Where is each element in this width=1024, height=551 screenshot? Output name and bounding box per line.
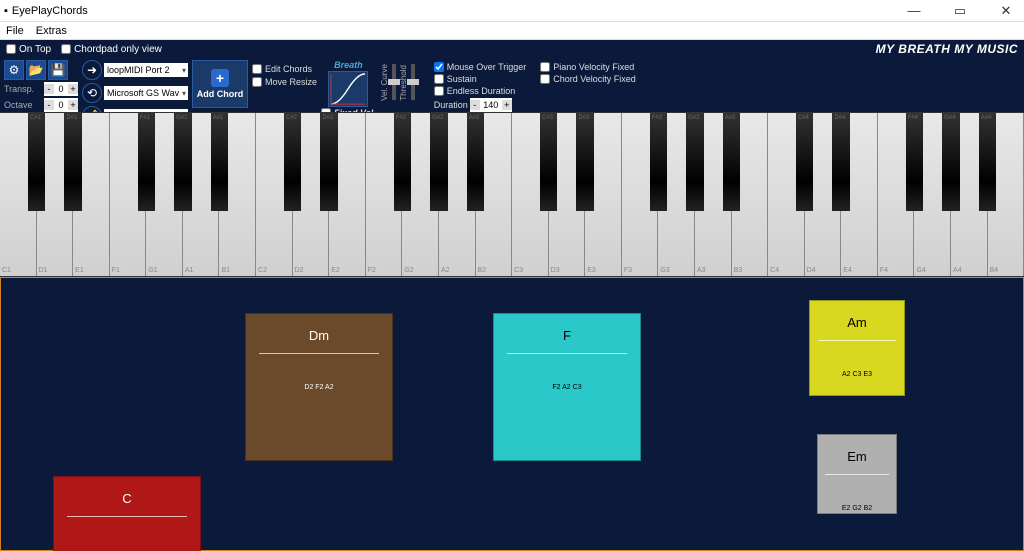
black-key-C#2[interactable]: C#2 [284, 113, 301, 211]
synth-dropdown[interactable]: Microsoft GS Wav [104, 86, 188, 100]
minimize-button[interactable]: — [900, 3, 928, 19]
black-key-D#1[interactable]: D#1 [64, 113, 81, 211]
piano-vel-checkbox[interactable] [540, 62, 550, 72]
black-key-A#1[interactable]: A#1 [211, 113, 228, 211]
maximize-button[interactable]: ▭ [946, 3, 974, 19]
octave-spinner[interactable]: -0+ [44, 98, 78, 112]
menu-file[interactable]: File [6, 25, 24, 37]
window-title: EyePlayChords [12, 5, 88, 17]
chord-vel-checkbox[interactable] [540, 74, 550, 84]
black-key-A#2[interactable]: A#2 [467, 113, 484, 211]
black-key-C#3[interactable]: C#3 [540, 113, 557, 211]
black-key-D#2[interactable]: D#2 [320, 113, 337, 211]
black-key-D#4[interactable]: D#4 [832, 113, 849, 211]
save-button[interactable]: 💾 [48, 60, 68, 80]
black-key-C#1[interactable]: C#1 [28, 113, 45, 211]
menu-bar: File Extras [0, 22, 1024, 40]
close-button[interactable]: ✕ [992, 3, 1020, 19]
black-key-F#2[interactable]: F#2 [394, 113, 411, 211]
mouse-over-checkbox[interactable] [434, 62, 444, 72]
vel-curve-slider[interactable] [392, 64, 396, 100]
chord-am[interactable]: AmA2 C3 E3 [809, 300, 905, 396]
chord-pad[interactable]: DmD2 F2 A2 FF2 A2 C3 AmA2 C3 E3 EmE2 G2 B2 C [0, 277, 1024, 551]
add-chord-button[interactable]: + Add Chord [192, 60, 248, 108]
chord-dm[interactable]: DmD2 F2 A2 [245, 313, 393, 461]
refresh-icon[interactable]: ⟲ [82, 83, 102, 103]
chord-em[interactable]: EmE2 G2 B2 [817, 434, 897, 514]
breath-label: Breath [334, 60, 363, 70]
threshold-slider[interactable] [411, 64, 415, 100]
chord-c[interactable]: C [53, 476, 201, 551]
on-top-checkbox[interactable]: On Top [6, 44, 51, 55]
plus-icon: + [211, 69, 229, 87]
chord-f[interactable]: FF2 A2 C3 [493, 313, 641, 461]
octave-label: Octave [4, 100, 42, 110]
breath-curve[interactable] [328, 71, 368, 107]
option-bar: On Top Chordpad only view MY BREATH MY M… [0, 40, 1024, 58]
transpose-label: Transp. [4, 84, 42, 94]
black-key-F#4[interactable]: F#4 [906, 113, 923, 211]
duration-spinner[interactable]: -140+ [470, 98, 512, 112]
chordpad-only-checkbox[interactable]: Chordpad only view [61, 44, 162, 55]
open-button[interactable]: 📂 [26, 60, 46, 80]
sustain-checkbox[interactable] [434, 74, 444, 84]
midi-port-dropdown[interactable]: loopMIDI Port 2 [104, 63, 188, 77]
black-key-A#4[interactable]: A#4 [979, 113, 996, 211]
black-key-G#1[interactable]: G#1 [174, 113, 191, 211]
black-key-G#2[interactable]: G#2 [430, 113, 447, 211]
transpose-spinner[interactable]: -0+ [44, 82, 78, 96]
black-key-F#3[interactable]: F#3 [650, 113, 667, 211]
app-icon: ▪ [4, 5, 8, 17]
black-key-G#3[interactable]: G#3 [686, 113, 703, 211]
settings-button[interactable]: ⚙ [4, 60, 24, 80]
toolbar: ⚙ 📂 💾 Transp. -0+ Octave -0+ ➜ loopMIDI … [0, 58, 1024, 112]
menu-extras[interactable]: Extras [36, 25, 67, 37]
piano-keyboard: C1D1E1F1G1A1B1C2D2E2F2G2A2B2C3D3E3F3G3A3… [0, 112, 1024, 277]
window-titlebar: ▪ EyePlayChords — ▭ ✕ [0, 0, 1024, 22]
black-key-C#4[interactable]: C#4 [796, 113, 813, 211]
black-key-D#3[interactable]: D#3 [576, 113, 593, 211]
endless-checkbox[interactable] [434, 86, 444, 96]
black-key-G#4[interactable]: G#4 [942, 113, 959, 211]
edit-chords-checkbox[interactable] [252, 64, 262, 74]
black-key-A#3[interactable]: A#3 [723, 113, 740, 211]
brand-label: MY BREATH MY MUSIC [876, 42, 1018, 56]
midi-in-icon[interactable]: ➜ [82, 60, 102, 80]
move-resize-checkbox[interactable] [252, 77, 262, 87]
black-key-F#1[interactable]: F#1 [138, 113, 155, 211]
duration-label: Duration [434, 100, 468, 110]
